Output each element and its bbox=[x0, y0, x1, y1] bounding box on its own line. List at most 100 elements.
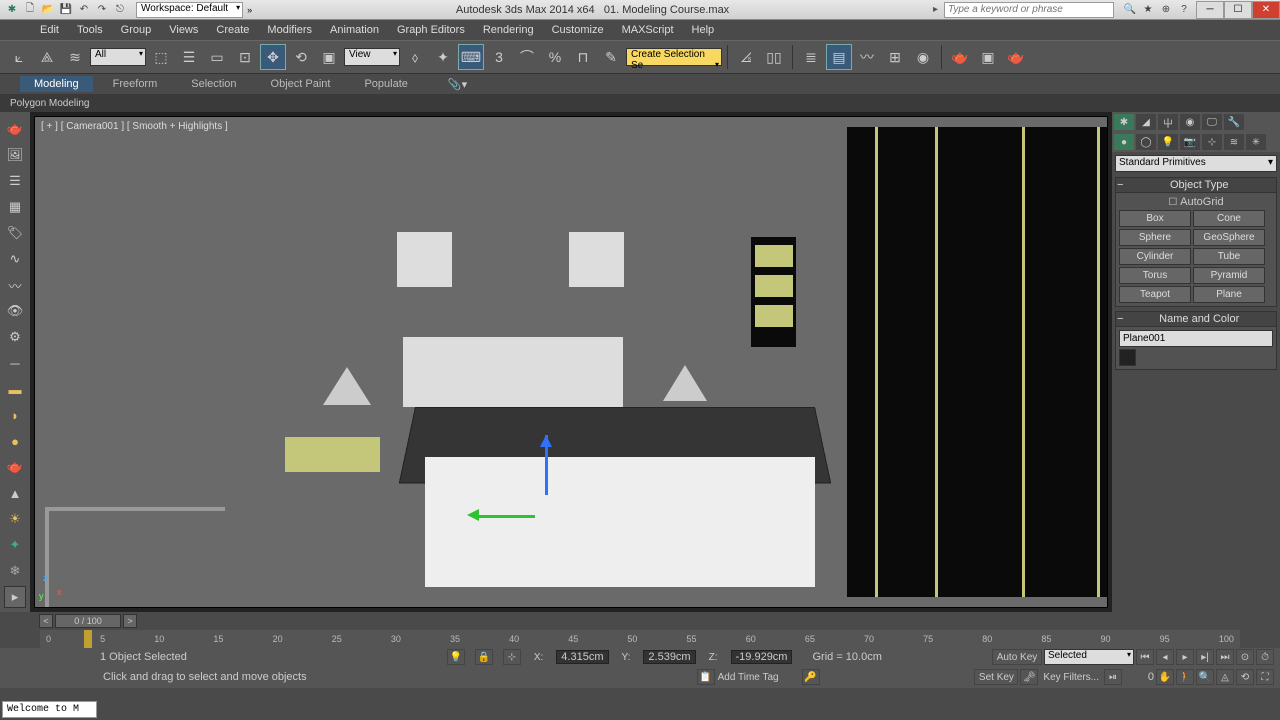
tab-selection[interactable]: Selection bbox=[177, 76, 250, 92]
coord-x-field[interactable]: 4.315cm bbox=[556, 650, 608, 664]
pan-icon[interactable]: ✋ bbox=[1156, 669, 1174, 685]
primitive-geosphere-button[interactable]: GeoSphere bbox=[1193, 229, 1265, 246]
big-key-icon[interactable]: 🗝 bbox=[1020, 669, 1038, 685]
shapes-icon[interactable]: ◯ bbox=[1136, 134, 1156, 150]
select-move-icon[interactable]: ✥ bbox=[260, 44, 286, 70]
maximize-vp-icon[interactable]: ⛶ bbox=[1256, 669, 1274, 685]
schematic-icon[interactable]: ⊞ bbox=[882, 44, 908, 70]
fov-icon[interactable]: ◬ bbox=[1216, 669, 1234, 685]
use-pivot-icon[interactable]: ⬨ bbox=[402, 44, 428, 70]
menu-modifiers[interactable]: Modifiers bbox=[267, 24, 312, 36]
key-mode-dropdown[interactable]: Selected bbox=[1044, 649, 1134, 665]
window-cross-icon[interactable]: ⊡ bbox=[232, 44, 258, 70]
autogrid-checkbox[interactable]: ☐ AutoGrid bbox=[1119, 196, 1273, 208]
align-icon[interactable]: ▯▯ bbox=[761, 44, 787, 70]
undo-icon[interactable]: ↶ bbox=[76, 2, 92, 18]
angle-snap-icon[interactable]: ⌒ bbox=[514, 44, 540, 70]
utilities-tab-icon[interactable]: 🔧 bbox=[1224, 114, 1244, 130]
info-search-icon[interactable]: ▸ bbox=[933, 4, 938, 15]
mirror-icon[interactable]: ⦞ bbox=[733, 44, 759, 70]
track-bar[interactable]: < 0 / 100 > bbox=[0, 612, 1280, 630]
workspace-selector[interactable]: Workspace: Default bbox=[136, 2, 243, 18]
maxscript-listener[interactable]: Welcome to M bbox=[2, 701, 97, 718]
ribbon-panel-polygon-modeling[interactable]: Polygon Modeling bbox=[0, 94, 1280, 112]
new-icon[interactable]: 🗋 bbox=[22, 2, 38, 18]
prev-frame-icon[interactable]: ◂ bbox=[1156, 649, 1174, 665]
edit-named-sel-icon[interactable]: ✎ bbox=[598, 44, 624, 70]
cameras-icon[interactable]: 📷 bbox=[1180, 134, 1200, 150]
key-icon[interactable]: 🔑 bbox=[802, 669, 820, 685]
menu-rendering[interactable]: Rendering bbox=[483, 24, 534, 36]
expand-tool-icon[interactable]: ▸ bbox=[4, 586, 26, 608]
tab-modeling[interactable]: Modeling bbox=[20, 76, 93, 92]
menu-views[interactable]: Views bbox=[169, 24, 198, 36]
primitive-sphere-button[interactable]: Sphere bbox=[1119, 229, 1191, 246]
unlink-icon[interactable]: ⟁ bbox=[34, 44, 60, 70]
ribbon-pin-icon[interactable]: 📎▾ bbox=[448, 78, 467, 91]
time-config-icon[interactable]: ⏱ bbox=[1256, 649, 1274, 665]
select-object-icon[interactable]: ⬚ bbox=[148, 44, 174, 70]
selection-filter-dropdown[interactable]: All bbox=[90, 48, 146, 66]
teapot-tool-icon[interactable]: 🫖 bbox=[4, 118, 26, 140]
menu-maxscript[interactable]: MAXScript bbox=[622, 24, 674, 36]
layers-icon[interactable]: ≣ bbox=[798, 44, 824, 70]
rollout-header[interactable]: −Object Type bbox=[1116, 178, 1276, 193]
goto-start-icon[interactable]: ⏮ bbox=[1136, 649, 1154, 665]
primitive-pyramid-button[interactable]: Pyramid bbox=[1193, 267, 1265, 284]
select-name-icon[interactable]: ☰ bbox=[176, 44, 202, 70]
viewport-camera001[interactable]: [ + ] [ Camera001 ] [ Smooth + Highlight… bbox=[34, 116, 1108, 608]
key-mode-icon[interactable]: ⊙ bbox=[1236, 649, 1254, 665]
tab-freeform[interactable]: Freeform bbox=[99, 76, 172, 92]
rollout-header[interactable]: −Name and Color bbox=[1116, 312, 1276, 327]
select-rotate-icon[interactable]: ⟲ bbox=[288, 44, 314, 70]
helpers-icon[interactable]: ⊹ bbox=[1202, 134, 1222, 150]
primitive-tube-button[interactable]: Tube bbox=[1193, 248, 1265, 265]
move-gizmo[interactable] bbox=[475, 435, 565, 525]
play-icon[interactable]: ▸ bbox=[1176, 649, 1194, 665]
motion-tab-icon[interactable]: ◉ bbox=[1180, 114, 1200, 130]
hierarchy-tab-icon[interactable]: ⼬ bbox=[1158, 114, 1178, 130]
help-search-input[interactable] bbox=[944, 2, 1114, 18]
select-scale-icon[interactable]: ▣ bbox=[316, 44, 342, 70]
timetag-icon[interactable]: 📋 bbox=[697, 669, 715, 685]
add-time-tag[interactable]: Add Time Tag bbox=[715, 672, 782, 683]
percent-snap-icon[interactable]: % bbox=[542, 44, 568, 70]
timeline[interactable]: 0510 152025 303540 455055 606570 758085 … bbox=[40, 630, 1240, 648]
keyboard-shortcut-icon[interactable]: ⌨ bbox=[458, 44, 484, 70]
menu-animation[interactable]: Animation bbox=[330, 24, 379, 36]
sun-tool-icon[interactable]: ☀ bbox=[4, 508, 26, 530]
menu-customize[interactable]: Customize bbox=[552, 24, 604, 36]
spinner-snap-icon[interactable]: ⊓ bbox=[570, 44, 596, 70]
menu-edit[interactable]: Edit bbox=[40, 24, 59, 36]
orbit-icon[interactable]: ⟲ bbox=[1236, 669, 1254, 685]
manip-icon[interactable]: ✦ bbox=[430, 44, 456, 70]
selection-lock-icon[interactable]: 💡 bbox=[447, 649, 465, 665]
ribbon-toggle-icon[interactable]: ▤ bbox=[826, 44, 852, 70]
image-tool-icon[interactable]: 🖼 bbox=[4, 144, 26, 166]
snap-3-icon[interactable]: 3 bbox=[486, 44, 512, 70]
coord-y-field[interactable]: 2.539cm bbox=[643, 650, 695, 664]
minimize-button[interactable]: ─ bbox=[1196, 1, 1224, 19]
current-frame-field[interactable]: 0 bbox=[1124, 671, 1154, 683]
grid-tool-icon[interactable]: ▦ bbox=[4, 196, 26, 218]
material-editor-icon[interactable]: ◉ bbox=[910, 44, 936, 70]
wave-tool-icon[interactable]: 〰 bbox=[4, 274, 26, 296]
render-prod-icon[interactable]: 🫖 bbox=[1003, 44, 1029, 70]
object-name-input[interactable] bbox=[1119, 330, 1273, 347]
curve-editor-icon[interactable]: 〰 bbox=[854, 44, 880, 70]
maximize-button[interactable]: ☐ bbox=[1224, 1, 1252, 19]
select-link-icon[interactable]: ⟀ bbox=[6, 44, 32, 70]
viewport-label[interactable]: [ + ] [ Camera001 ] [ Smooth + Highlight… bbox=[41, 121, 228, 132]
goto-end-icon[interactable]: ⏭ bbox=[1216, 649, 1234, 665]
teapot2-tool-icon[interactable]: 🫖 bbox=[4, 456, 26, 478]
render-setup-icon[interactable]: 🫖 bbox=[947, 44, 973, 70]
eye-tool-icon[interactable]: 👁 bbox=[4, 300, 26, 322]
walk-icon[interactable]: 🚶 bbox=[1176, 669, 1194, 685]
cone-tool-icon[interactable]: ▲ bbox=[4, 482, 26, 504]
box-tool-icon[interactable]: ▬ bbox=[4, 378, 26, 400]
named-selection-dropdown[interactable]: Create Selection Se bbox=[626, 48, 722, 66]
star-tool-icon[interactable]: ✦ bbox=[4, 534, 26, 556]
spacewarps-icon[interactable]: ≋ bbox=[1224, 134, 1244, 150]
snow-tool-icon[interactable]: ❄ bbox=[4, 560, 26, 582]
track-prev-icon[interactable]: < bbox=[39, 614, 53, 628]
